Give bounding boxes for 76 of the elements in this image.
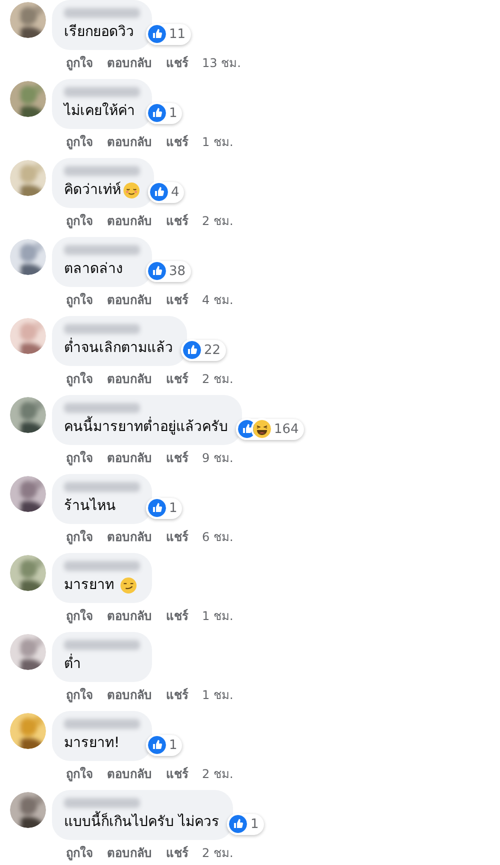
reaction-badge[interactable]: 164	[236, 418, 304, 440]
timestamp[interactable]: 1 ชม.	[202, 608, 234, 624]
timestamp[interactable]: 13 ชม.	[202, 55, 241, 71]
action-link[interactable]: ถูกใจ	[66, 134, 93, 150]
action-link[interactable]: ตอบกลับ	[107, 450, 152, 466]
comment-text: มารยาท	[64, 576, 114, 595]
timestamp[interactable]: 2 ชม.	[202, 213, 234, 229]
comment-text: ต่ำจนเลิกตามแล้ว	[64, 337, 173, 359]
comment-text: คนนี้มารยาทต่ำอยู่แล้วครับ	[64, 416, 228, 438]
comment-text: เรียกยอดวิว	[64, 23, 134, 42]
thumbs-up-icon	[238, 420, 256, 438]
thumbs-up-icon	[148, 262, 166, 280]
comment-text: ไม่เคยให้ค่า	[64, 102, 135, 121]
action-link[interactable]: ตอบกลับ	[107, 845, 152, 861]
thumbs-up-icon	[148, 499, 166, 518]
action-link[interactable]: ตอบกลับ	[107, 55, 152, 71]
action-link[interactable]: แชร์	[166, 213, 188, 229]
action-link[interactable]: แชร์	[166, 608, 188, 624]
action-link[interactable]: แชร์	[166, 687, 188, 703]
timestamp[interactable]: 6 ชม.	[202, 529, 234, 545]
action-link[interactable]: ถูกใจ	[66, 55, 93, 71]
thumbs-up-icon	[148, 104, 166, 122]
action-link[interactable]: แชร์	[166, 55, 188, 71]
timestamp[interactable]: 9 ชม.	[202, 450, 234, 466]
action-link[interactable]: ถูกใจ	[66, 213, 93, 229]
timestamp[interactable]: 4 ชม.	[202, 292, 234, 308]
action-link[interactable]: แชร์	[166, 450, 188, 466]
reaction-badge[interactable]: 38	[146, 260, 191, 282]
action-link[interactable]: ตอบกลับ	[107, 529, 152, 545]
comment-text: คิดว่าเท่ห์	[64, 180, 121, 200]
comment-text: ตลาดล่าง	[64, 260, 123, 279]
action-link[interactable]: ตอบกลับ	[107, 608, 152, 624]
reaction-badge[interactable]: 1	[227, 814, 264, 835]
action-link[interactable]: ถูกใจ	[66, 529, 93, 545]
action-link[interactable]: ถูกใจ	[66, 766, 93, 782]
action-link[interactable]: แชร์	[166, 845, 188, 861]
action-link[interactable]: ตอบกลับ	[107, 687, 152, 703]
smirking-emoji-icon	[120, 576, 137, 594]
reaction-badge[interactable]: 4	[148, 182, 184, 203]
comment-text: ต่ำ	[64, 653, 81, 675]
action-link[interactable]: แชร์	[166, 766, 188, 782]
action-link[interactable]: ถูกใจ	[66, 450, 93, 466]
reaction-badge[interactable]: 11	[146, 24, 191, 45]
thumbs-up-icon	[148, 736, 166, 754]
action-link[interactable]: ถูกใจ	[66, 845, 93, 861]
action-link[interactable]: แชร์	[166, 292, 188, 308]
action-link[interactable]: ถูกใจ	[66, 371, 93, 387]
timestamp[interactable]: 1 ชม.	[202, 134, 234, 150]
action-link[interactable]: ถูกใจ	[66, 292, 93, 308]
action-link[interactable]: ตอบกลับ	[107, 292, 152, 308]
comment-text: มารยาท!	[64, 734, 120, 753]
reaction-badge[interactable]: 1	[146, 102, 182, 124]
laughing-emoji-icon	[253, 420, 271, 438]
timestamp[interactable]: 2 ชม.	[202, 371, 234, 387]
timestamp[interactable]: 1 ชม.	[202, 687, 234, 703]
reaction-badge[interactable]: 1	[146, 734, 182, 756]
relieved-emoji-icon	[123, 182, 140, 198]
action-link[interactable]: แชร์	[166, 134, 188, 150]
action-link[interactable]: ตอบกลับ	[107, 213, 152, 229]
comment-text: ร้านไหน	[64, 496, 116, 516]
thumbs-up-icon	[150, 183, 168, 202]
comment-text: แบบนี้ก็เกินไปครับ ไม่ควร	[64, 811, 220, 833]
action-link[interactable]: ตอบกลับ	[107, 134, 152, 150]
action-link[interactable]: ตอบกลับ	[107, 766, 152, 782]
action-link[interactable]: ถูกใจ	[66, 687, 93, 703]
action-link[interactable]: แชร์	[166, 529, 188, 545]
thumbs-up-icon	[183, 341, 201, 360]
thumbs-up-icon	[148, 25, 166, 44]
action-link[interactable]: ถูกใจ	[66, 608, 93, 624]
reaction-badge[interactable]: 22	[181, 340, 226, 361]
action-link[interactable]: แชร์	[166, 371, 188, 387]
thumbs-up-icon	[229, 815, 248, 834]
timestamp[interactable]: 2 ชม.	[202, 766, 234, 782]
action-link[interactable]: ตอบกลับ	[107, 371, 152, 387]
reaction-badge[interactable]: 1	[146, 498, 182, 519]
timestamp[interactable]: 2 ชม.	[202, 845, 234, 861]
